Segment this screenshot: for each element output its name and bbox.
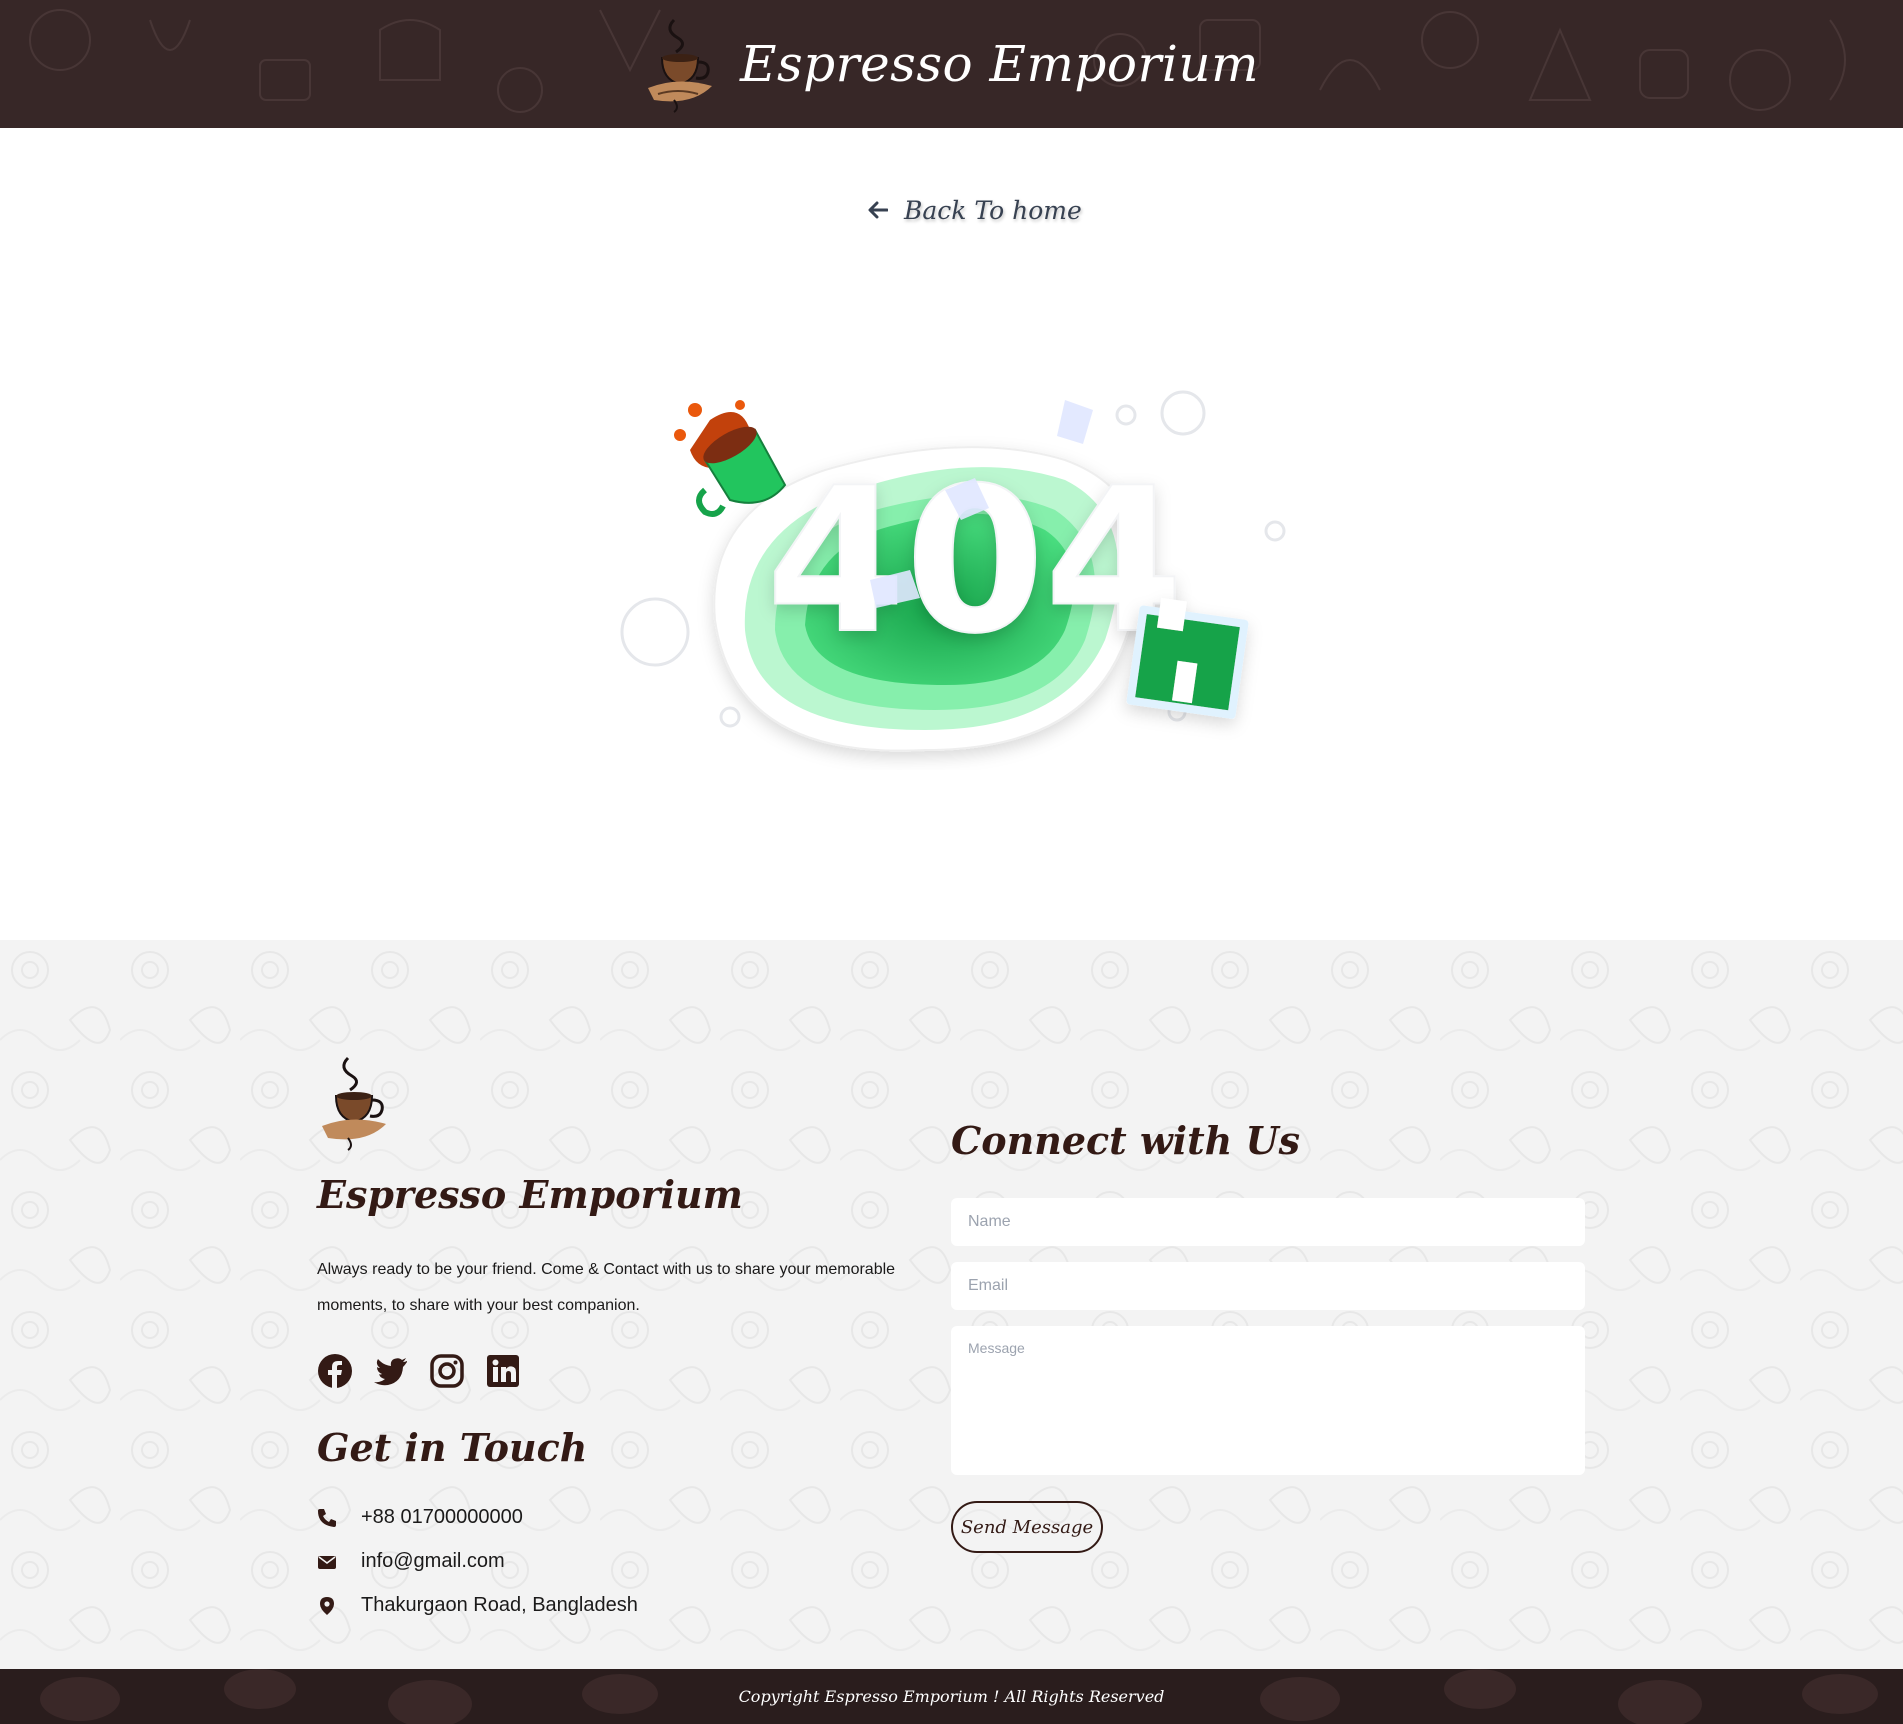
back-to-home-link[interactable]: Back To home: [868, 192, 1082, 228]
site-footer: Espresso Emporium Always ready to be you…: [0, 940, 1903, 1670]
footer-brand-title: Espresso Emporium: [317, 1172, 743, 1217]
linkedin-icon[interactable]: [485, 1353, 521, 1389]
message-field[interactable]: [951, 1326, 1585, 1475]
footer-coffee-logo-icon: [322, 1056, 386, 1151]
contact-phone-text: +88 01700000000: [361, 1506, 523, 1528]
phone-icon: [318, 1508, 336, 1527]
footer-description: Always ready to be your friend. Come & C…: [317, 1261, 896, 1314]
header-brand[interactable]: Espresso Emporium: [0, 0, 1903, 128]
map-pin-icon: [320, 1596, 334, 1615]
site-header: Espresso Emporium: [0, 0, 1903, 128]
arrow-left-icon: [868, 201, 888, 219]
email-field[interactable]: [951, 1262, 1585, 1310]
instagram-icon[interactable]: [429, 1353, 465, 1389]
send-message-button[interactable]: Send Message: [951, 1501, 1103, 1553]
connect-with-us-title: Connect with Us: [951, 1118, 1301, 1163]
contact-address-text: Thakurgaon Road, Bangladesh: [361, 1594, 638, 1616]
header-brand-title: Espresso Emporium: [740, 35, 1259, 93]
paper-sheet-top: [1057, 400, 1093, 444]
contact-phone: +88 01700000000: [317, 1506, 523, 1529]
contact-address: Thakurgaon Road, Bangladesh: [317, 1594, 638, 1617]
404-illustration: 404: [620, 390, 1286, 752]
twitter-icon[interactable]: [373, 1353, 409, 1389]
spilled-cup-graphic: [674, 400, 787, 517]
social-links: [317, 1353, 521, 1389]
contact-email-text: info@gmail.com: [361, 1550, 505, 1572]
coffee-cup-logo-icon: [648, 18, 712, 113]
get-in-touch-title: Get in Touch: [317, 1425, 588, 1470]
envelope-icon: [318, 1555, 336, 1569]
facebook-icon[interactable]: [317, 1353, 353, 1389]
copyright-bar: Copyright Espresso Emporium ! All Rights…: [0, 1669, 1903, 1724]
copyright-text: Copyright Espresso Emporium ! All Rights…: [738, 1687, 1165, 1706]
name-field[interactable]: [951, 1198, 1585, 1246]
tablet-graphic: [1126, 597, 1249, 719]
back-to-home-label: Back To home: [904, 195, 1082, 225]
contact-email: info@gmail.com: [317, 1550, 505, 1573]
